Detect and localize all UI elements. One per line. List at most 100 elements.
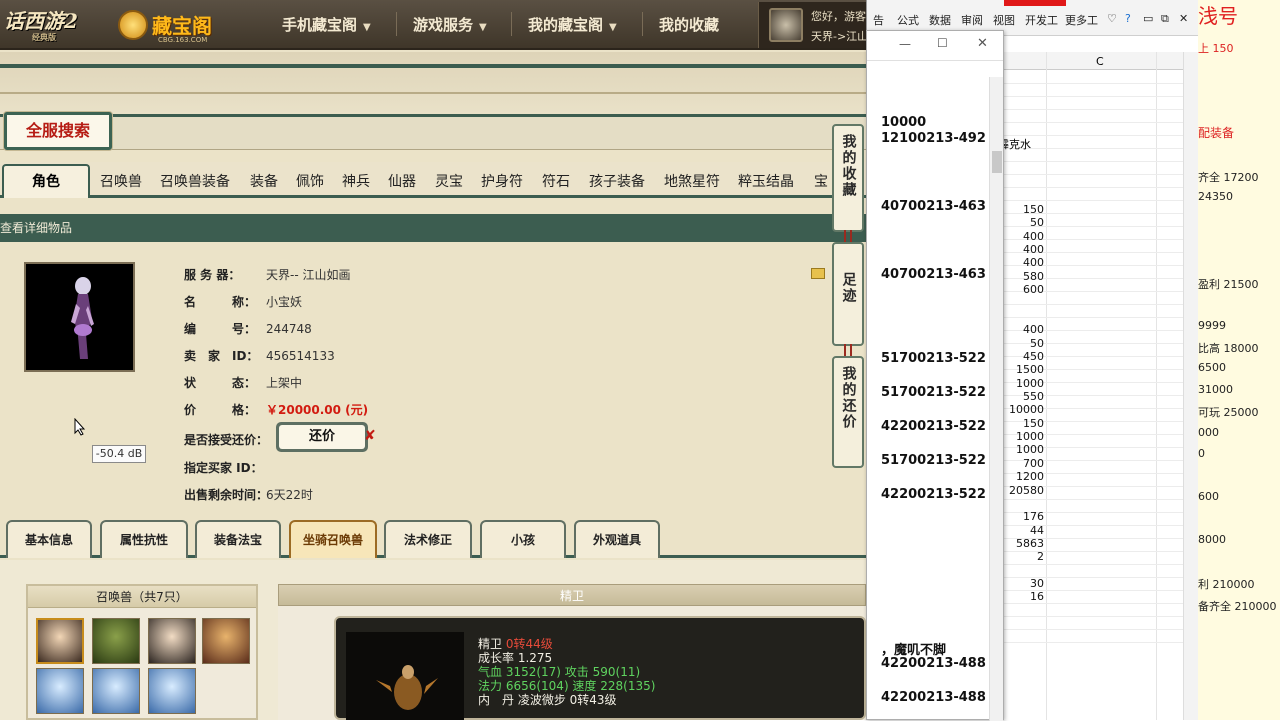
tab-child[interactable]: 小孩 — [480, 520, 566, 558]
tab-child-equip[interactable]: 孩子装备 — [589, 168, 645, 196]
avatar[interactable] — [769, 8, 803, 42]
side-my-offers[interactable]: 我的还价 — [832, 356, 864, 468]
offer-button[interactable]: 还价 — [276, 422, 368, 452]
restore-icon[interactable]: ⧉ — [1161, 12, 1169, 26]
cell-number[interactable]: 20580 — [1004, 484, 1044, 497]
ribbon-tab-data[interactable]: 数据 — [929, 12, 951, 28]
cell-number[interactable]: 450 — [1004, 350, 1044, 363]
tab-appearance[interactable]: 外观道具 — [574, 520, 660, 558]
minimize-icon[interactable]: — — [899, 37, 911, 51]
cbg-logo[interactable]: 藏宝阁 CBG.163.COM — [118, 8, 228, 44]
cell-number[interactable]: 600 — [1004, 283, 1044, 296]
ribbon-tab-more[interactable]: 更多工 — [1065, 12, 1098, 28]
ribbon-tab-review[interactable]: 审阅 — [961, 12, 983, 28]
tab-accessory[interactable]: 佩饰 — [296, 168, 324, 196]
dialog-line: 12100213-492 — [881, 131, 986, 146]
tab-amulet[interactable]: 护身符 — [481, 168, 523, 196]
dialog-line: 40700213-463 — [881, 267, 986, 282]
help-icon[interactable]: ? — [1125, 12, 1131, 25]
cell-number[interactable]: 150 — [1004, 417, 1044, 430]
cell-number[interactable]: 50 — [1004, 337, 1044, 350]
pet-slot[interactable] — [92, 618, 140, 664]
close-icon[interactable]: ✕ — [977, 36, 988, 51]
nav-game-service[interactable]: 游戏服务 ▼ — [413, 14, 487, 35]
cell-number[interactable]: 1000 — [1004, 443, 1044, 456]
cell-number[interactable]: 1500 — [1004, 363, 1044, 376]
tab-treasure[interactable]: 宝 — [814, 168, 828, 196]
cell-number[interactable]: 400 — [1004, 230, 1044, 243]
ribbon-tab-view[interactable]: 视图 — [993, 12, 1015, 28]
cell-number[interactable]: 400 — [1004, 243, 1044, 256]
cell-number[interactable]: 30 — [1004, 577, 1044, 590]
tab-immortal[interactable]: 仙器 — [388, 168, 416, 196]
nav-mobile-cbg[interactable]: 手机藏宝阁 ▼ — [282, 14, 371, 35]
field-server: 服 务 器： 天界-- 江山如画 — [184, 268, 351, 282]
tab-basic-info[interactable]: 基本信息 — [6, 520, 92, 558]
cell-number[interactable]: 1000 — [1004, 430, 1044, 443]
cell-number[interactable]: 50 — [1004, 216, 1044, 229]
tab-attributes[interactable]: 属性抗性 — [100, 520, 188, 558]
cell-number[interactable]: 1200 — [1004, 470, 1044, 483]
pet-slot[interactable] — [92, 668, 140, 714]
cell-text[interactable]: 霹克水 — [1004, 136, 1031, 152]
tab-spell-correction[interactable]: 法术修正 — [384, 520, 472, 558]
cell-number[interactable]: 16 — [1004, 590, 1044, 603]
note-line: 600 — [1198, 490, 1219, 503]
close-icon[interactable]: ✕ — [1179, 12, 1188, 25]
cell-number[interactable]: 150 — [1004, 203, 1044, 216]
note-line: 备齐全 210000 — [1198, 600, 1277, 613]
cell-number[interactable]: 550 — [1004, 390, 1044, 403]
nav-my-favorites[interactable]: 我的收藏 — [659, 14, 719, 35]
tab-mount-pet[interactable]: 坐骑召唤兽 — [289, 520, 377, 558]
minimize-icon[interactable]: ▭ — [1143, 12, 1153, 25]
nav-my-cbg[interactable]: 我的藏宝阁 ▼ — [528, 14, 617, 35]
pet-slot[interactable] — [36, 618, 84, 664]
ribbon-tab-formula[interactable]: 公式 — [897, 12, 919, 28]
pet-slot[interactable] — [36, 668, 84, 714]
cell-number[interactable]: 176 — [1004, 510, 1044, 523]
tab-equip-magic[interactable]: 装备法宝 — [195, 520, 281, 558]
tab-star-rune[interactable]: 地煞星符 — [664, 168, 720, 196]
dialog-scrollbar[interactable] — [989, 77, 1003, 721]
field-time-left: 出售剩余时间：6天22时 — [184, 488, 313, 502]
cell-number[interactable]: 400 — [1004, 256, 1044, 269]
tab-spirit[interactable]: 灵宝 — [435, 168, 463, 196]
dialog-line: 40700213-463 — [881, 199, 986, 214]
volume-tooltip: -50.4 dB — [92, 445, 146, 463]
side-footprint[interactable]: 足迹 — [832, 242, 864, 346]
cell-number[interactable]: 700 — [1004, 457, 1044, 470]
column-header: C — [1004, 52, 1198, 70]
maximize-icon[interactable]: ☐ — [937, 36, 948, 50]
server-search-button[interactable]: 全服搜索 — [4, 112, 112, 150]
close-icon[interactable]: ✘ — [364, 428, 376, 444]
pet-slot[interactable] — [148, 618, 196, 664]
tab-pet-equip[interactable]: 召唤兽装备 — [160, 168, 230, 196]
cell-number[interactable]: 1000 — [1004, 377, 1044, 390]
chevron-down-icon: ▼ — [479, 22, 487, 33]
chevron-down-icon: ▼ — [609, 22, 617, 33]
tab-divine-weapon[interactable]: 神兵 — [342, 168, 370, 196]
ribbon-tab-developer[interactable]: 开发工 — [1025, 12, 1058, 28]
vertical-scrollbar[interactable] — [1183, 52, 1198, 720]
cell-number[interactable]: 5863 — [1004, 537, 1044, 550]
tab-equip[interactable]: 装备 — [250, 168, 278, 196]
red-highlight — [1004, 0, 1066, 6]
tab-pet[interactable]: 召唤兽 — [100, 168, 142, 196]
cell-number[interactable]: 10000 — [1004, 403, 1044, 416]
folder-icon[interactable] — [811, 268, 825, 279]
pet-slot[interactable] — [202, 618, 250, 664]
game-logo[interactable]: 话西游2 经典版 — [0, 6, 92, 42]
cell-number[interactable]: 2 — [1004, 550, 1044, 563]
pet-slot[interactable] — [148, 668, 196, 714]
tab-rune[interactable]: 符石 — [542, 168, 570, 196]
tab-role[interactable]: 角色 — [2, 164, 90, 198]
cell-number[interactable]: 400 — [1004, 323, 1044, 336]
field-seller-id: 卖 家 ID： 456514133 — [184, 349, 335, 363]
cell-number[interactable]: 580 — [1004, 270, 1044, 283]
ribbon-tab[interactable]: 告 — [873, 12, 884, 28]
heart-icon[interactable]: ♡ — [1107, 12, 1117, 25]
side-my-favorites[interactable]: 我的收藏 — [832, 124, 864, 232]
tab-jade[interactable]: 粹玉结晶 — [738, 168, 794, 196]
cell-number[interactable]: 44 — [1004, 524, 1044, 537]
field-name: 名 称： 小宝妖 — [184, 295, 303, 309]
